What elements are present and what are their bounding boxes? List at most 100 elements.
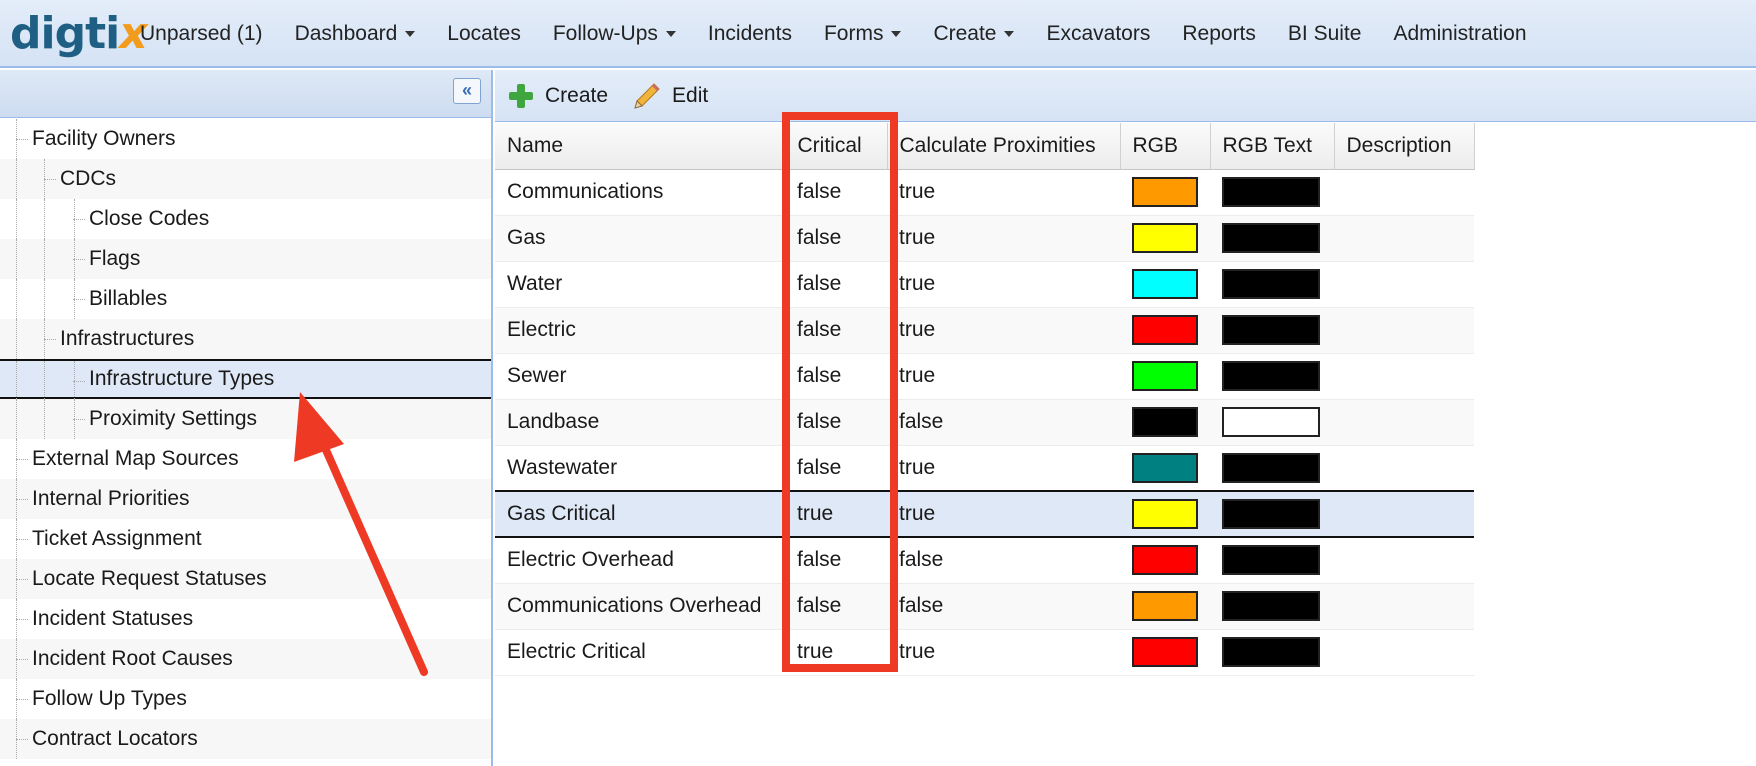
- column-header[interactable]: Calculate Proximities: [887, 123, 1121, 170]
- grid-toolbar: Create Edit: [495, 70, 1756, 122]
- tree-item[interactable]: CDCs: [0, 159, 491, 199]
- tree-connector: [44, 179, 56, 180]
- tree-guide-line: [16, 279, 17, 319]
- cell-rgb-text: [1210, 215, 1334, 262]
- tree-item[interactable]: External Map Sources: [0, 439, 491, 479]
- nav-item-excavators[interactable]: Excavators: [1046, 22, 1150, 46]
- tree-item[interactable]: Proximity Settings: [0, 399, 491, 439]
- column-header[interactable]: RGB Text: [1210, 123, 1335, 170]
- digtix-logo[interactable]: digtix: [10, 8, 148, 59]
- cell-calculate-proximities: false: [887, 537, 1120, 584]
- table-row[interactable]: Electric Critical true true: [495, 629, 1474, 676]
- tree-item[interactable]: Internal Priorities: [0, 479, 491, 519]
- nav-item-reports[interactable]: Reports: [1182, 22, 1256, 46]
- cell-calculate-proximities: true: [887, 215, 1120, 262]
- rgb-text-color-swatch: [1222, 545, 1320, 576]
- tree-item-label: CDCs: [60, 167, 116, 190]
- nav-item-label: Unparsed (1): [140, 22, 263, 45]
- tree-item[interactable]: Close Codes: [0, 199, 491, 239]
- table-row[interactable]: Water false true: [495, 261, 1474, 308]
- rgb-color-swatch: [1132, 361, 1198, 391]
- rgb-text-color-swatch: [1222, 269, 1320, 299]
- tree-connector: [16, 539, 28, 540]
- column-header[interactable]: RGB: [1120, 123, 1211, 170]
- tree-item[interactable]: Infrastructure Types: [0, 359, 491, 401]
- column-header[interactable]: Name: [495, 123, 786, 170]
- nav-item-create[interactable]: Create: [933, 22, 1015, 46]
- cell-rgb: [1120, 583, 1210, 630]
- cell-critical: true: [785, 490, 887, 538]
- column-header[interactable]: Description: [1334, 123, 1475, 170]
- table-row[interactable]: Landbase false false: [495, 399, 1474, 446]
- cell-name: Communications Overhead: [495, 583, 785, 630]
- cell-critical: false: [785, 399, 887, 446]
- caret-down-icon: [665, 31, 676, 37]
- tree-item[interactable]: Ticket Assignment: [0, 519, 491, 559]
- nav-item-forms[interactable]: Forms: [824, 22, 902, 46]
- tree-item-label: Follow Up Types: [32, 687, 187, 710]
- nav-item-label: Follow-Ups: [552, 22, 658, 45]
- cell-rgb-text: [1210, 353, 1334, 400]
- tree-item[interactable]: Contract Locators: [0, 719, 491, 759]
- tree-item-label: Locate Request Statuses: [32, 567, 267, 590]
- tree-item[interactable]: Locate Request Statuses: [0, 559, 491, 599]
- cell-rgb-text: [1210, 399, 1334, 446]
- rgb-text-color-swatch: [1222, 452, 1320, 483]
- tree-item-label: Billables: [89, 287, 168, 310]
- rgb-text-color-swatch: [1222, 499, 1320, 529]
- rgb-text-color-swatch: [1222, 361, 1320, 391]
- table-row[interactable]: Electric Overhead false false: [495, 537, 1474, 584]
- tree-item-label: Internal Priorities: [32, 487, 190, 510]
- cell-rgb: [1120, 445, 1210, 492]
- cell-rgb-text: [1210, 307, 1334, 354]
- cell-rgb-text: [1210, 261, 1334, 308]
- table-row[interactable]: Wastewater false true: [495, 445, 1474, 492]
- tree-item[interactable]: Infrastructures: [0, 319, 491, 359]
- nav-item-locates[interactable]: Locates: [447, 22, 521, 46]
- caret-down-icon: [405, 31, 416, 37]
- cell-description: [1334, 215, 1474, 262]
- tree-connector: [44, 339, 56, 340]
- tree-item[interactable]: Incident Root Causes: [0, 639, 491, 679]
- tree-guide-line: [16, 159, 17, 199]
- table-row[interactable]: Gas false true: [495, 215, 1474, 262]
- tree-item[interactable]: Follow Up Types: [0, 679, 491, 719]
- table-row[interactable]: Communications false true: [495, 169, 1474, 216]
- table-row[interactable]: Sewer false true: [495, 353, 1474, 400]
- column-header[interactable]: Critical: [785, 123, 888, 170]
- tree-guide-line: [44, 399, 45, 439]
- table-row[interactable]: Gas Critical true true: [495, 490, 1474, 538]
- rgb-text-color-swatch: [1222, 177, 1320, 207]
- table-row[interactable]: Electric false true: [495, 307, 1474, 354]
- tree-item[interactable]: Incident Statuses: [0, 599, 491, 639]
- cell-rgb: [1120, 537, 1210, 584]
- nav-item-unparsed-1[interactable]: Unparsed (1): [140, 22, 263, 46]
- nav-item-follow-ups[interactable]: Follow-Ups: [553, 22, 676, 46]
- top-navigation-bar: digtix Unparsed (1) Dashboard Locates Follo…: [0, 0, 1756, 68]
- cell-calculate-proximities: true: [887, 490, 1120, 538]
- table-row[interactable]: Communications Overhead false false: [495, 583, 1474, 630]
- cell-critical: false: [785, 169, 887, 216]
- collapse-panel-icon[interactable]: «: [453, 78, 481, 104]
- cell-critical: false: [785, 537, 887, 584]
- tree-connector: [16, 499, 28, 500]
- cell-calculate-proximities: true: [887, 169, 1120, 216]
- nav-item-bi-suite[interactable]: BI Suite: [1288, 22, 1362, 46]
- edit-button[interactable]: Edit: [632, 81, 708, 111]
- cell-rgb-text: [1210, 583, 1334, 630]
- nav-item-dashboard[interactable]: Dashboard: [295, 22, 416, 46]
- tree-item[interactable]: Billables: [0, 279, 491, 319]
- tree-connector: [16, 139, 28, 140]
- nav-item-administration[interactable]: Administration: [1393, 22, 1526, 46]
- tree-item[interactable]: Flags: [0, 239, 491, 279]
- cell-description: [1334, 353, 1474, 400]
- tree-connector: [73, 419, 85, 420]
- cell-description: [1334, 537, 1474, 584]
- tree-item[interactable]: Facility Owners: [0, 119, 491, 159]
- tree-item-label: Flags: [89, 247, 141, 270]
- create-button[interactable]: Create: [507, 82, 608, 110]
- tree-connector: [73, 381, 85, 382]
- pencil-icon: [634, 82, 660, 109]
- rgb-color-swatch: [1132, 545, 1198, 576]
- nav-item-incidents[interactable]: Incidents: [708, 22, 792, 46]
